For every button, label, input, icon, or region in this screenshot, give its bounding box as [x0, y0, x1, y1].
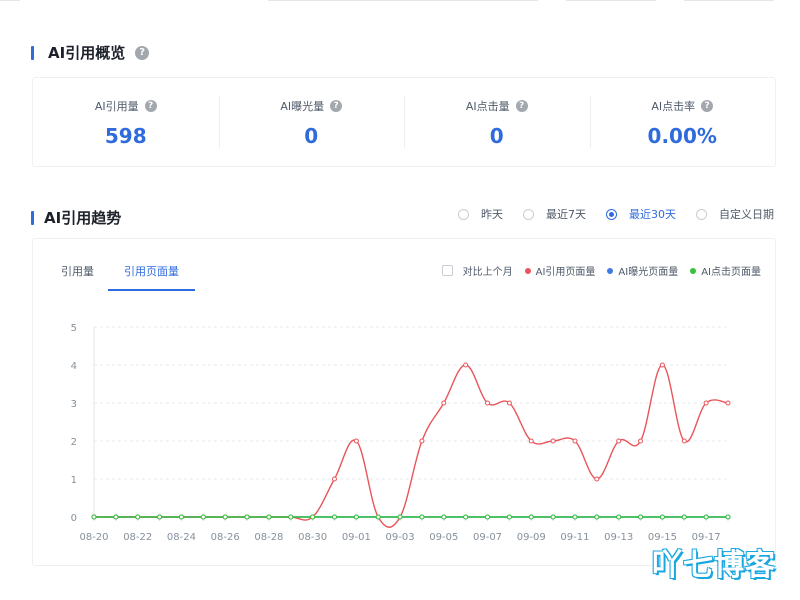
- data-point: [638, 514, 644, 520]
- data-point: [135, 514, 141, 520]
- data-point: [331, 476, 337, 482]
- series-line-1: [94, 364, 729, 528]
- data-point: [485, 514, 491, 520]
- data-point: [331, 514, 337, 520]
- data-point: [594, 476, 600, 482]
- data-point: [463, 362, 469, 368]
- data-point: [441, 514, 447, 520]
- x-tick-label: 08-28: [254, 532, 283, 543]
- y-tick-label: 1: [71, 475, 77, 486]
- data-point: [288, 514, 294, 520]
- data-point: [638, 438, 644, 444]
- data-point: [550, 438, 556, 444]
- data-point: [506, 400, 512, 406]
- data-point: [485, 400, 491, 406]
- x-tick-label: 08-20: [79, 532, 108, 543]
- data-point: [397, 514, 403, 520]
- data-point: [91, 514, 97, 520]
- x-tick-label: 08-30: [298, 532, 327, 543]
- data-point: [353, 514, 359, 520]
- data-point: [222, 514, 228, 520]
- watermark-text: 吖七博客: [652, 548, 776, 583]
- data-point: [703, 514, 709, 520]
- x-tick-label: 09-05: [429, 532, 458, 543]
- data-point: [200, 514, 206, 520]
- data-point: [506, 514, 512, 520]
- data-point: [572, 438, 578, 444]
- y-tick-label: 4: [71, 361, 77, 372]
- data-point: [681, 514, 687, 520]
- data-point: [244, 514, 250, 520]
- data-point: [703, 400, 709, 406]
- trend-line-chart: 0 1 2 3 4 5 08-20 08-22 08-24 08-26 08-28 08-30 09-0…: [71, 323, 731, 543]
- x-tick-label: 08-24: [167, 532, 196, 543]
- data-point: [441, 400, 447, 406]
- data-point: [572, 514, 578, 520]
- data-point: [178, 514, 184, 520]
- data-point: [659, 362, 665, 368]
- y-tick-label: 0: [71, 513, 77, 524]
- x-tick-label: 09-07: [473, 532, 502, 543]
- data-point: [157, 514, 163, 520]
- x-tick-label: 08-22: [123, 532, 152, 543]
- data-point: [419, 438, 425, 444]
- x-tick-label: 09-03: [386, 532, 415, 543]
- data-point: [310, 514, 316, 520]
- data-point: [550, 514, 556, 520]
- data-point: [681, 438, 687, 444]
- data-point: [725, 400, 731, 406]
- data-point: [659, 514, 665, 520]
- data-point: [528, 514, 534, 520]
- data-point: [375, 514, 381, 520]
- x-tick-label: 09-11: [560, 532, 589, 543]
- x-tick-label: 09-01: [342, 532, 371, 543]
- data-point: [463, 514, 469, 520]
- y-tick-label: 2: [71, 437, 77, 448]
- data-point: [616, 438, 622, 444]
- data-point: [419, 514, 425, 520]
- y-tick-label: 3: [71, 399, 77, 410]
- x-tick-label: 09-13: [604, 532, 633, 543]
- data-point: [528, 438, 534, 444]
- y-tick-label: 5: [71, 323, 77, 334]
- x-tick-label: 08-26: [211, 532, 240, 543]
- x-tick-label: 09-09: [517, 532, 546, 543]
- data-point: [266, 514, 272, 520]
- data-point: [616, 514, 622, 520]
- data-point: [113, 514, 119, 520]
- data-point: [353, 438, 359, 444]
- data-point: [725, 514, 731, 520]
- data-point: [594, 514, 600, 520]
